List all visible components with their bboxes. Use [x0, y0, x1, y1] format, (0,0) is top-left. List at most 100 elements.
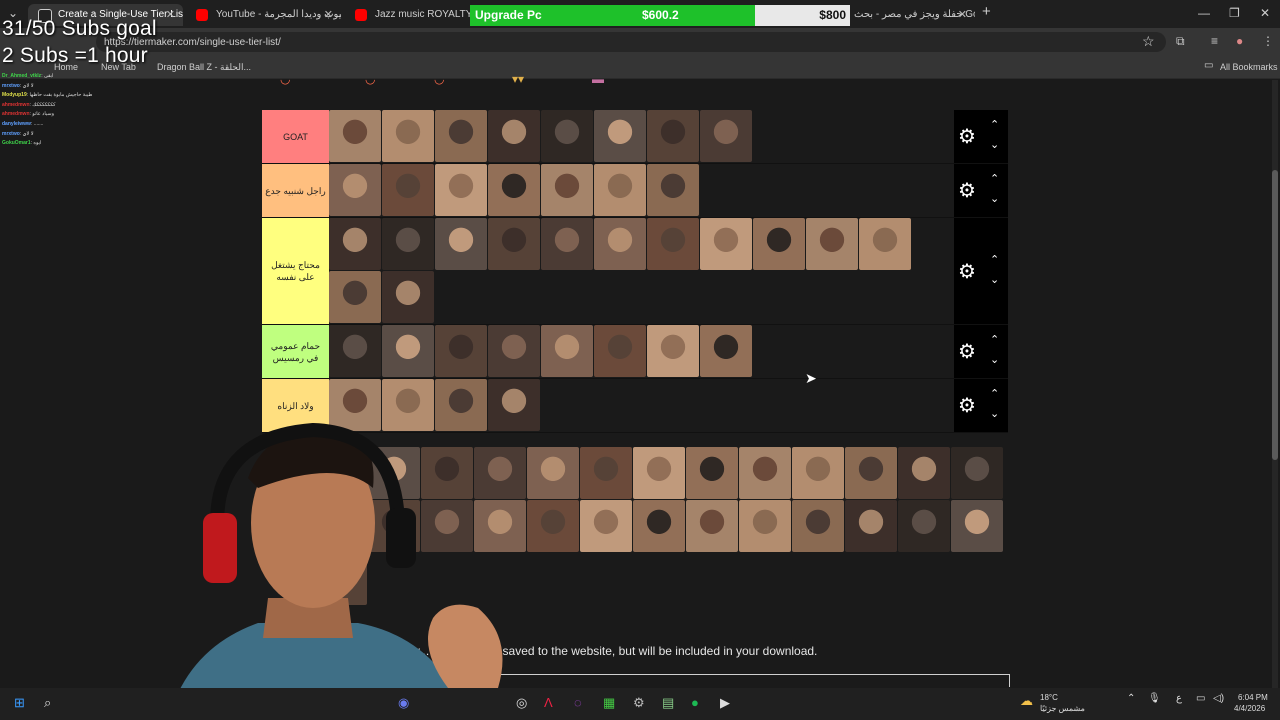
tier-item-image[interactable]	[382, 325, 434, 377]
search-icon[interactable]: ⌕	[44, 695, 51, 711]
network-icon[interactable]: ▭	[1196, 693, 1205, 704]
volume-icon[interactable]: ◁)	[1213, 693, 1224, 704]
close-window-button[interactable]: ✕	[1260, 6, 1270, 20]
windows-start-icon[interactable]: ⊞	[14, 695, 25, 711]
tier-item-image[interactable]	[527, 447, 579, 499]
tier-item-image[interactable]	[792, 500, 844, 552]
language-indicator[interactable]: ع	[1176, 693, 1182, 704]
move-down-icon[interactable]: ⌄	[990, 353, 999, 366]
tier-item-image[interactable]	[647, 110, 699, 162]
tier-item-image[interactable]	[806, 218, 858, 270]
tier-item-image[interactable]	[382, 110, 434, 162]
tier-item-image[interactable]	[739, 447, 791, 499]
extensions-icon[interactable]: ⧉	[1176, 34, 1185, 49]
tier-item-image[interactable]	[541, 325, 593, 377]
tier-item-image[interactable]	[541, 218, 593, 270]
restore-button[interactable]: ❐	[1229, 6, 1240, 20]
tier-item-image[interactable]	[686, 447, 738, 499]
gear-icon[interactable]: ⚙	[958, 259, 976, 284]
tier-item-image[interactable]	[580, 500, 632, 552]
tray-chevron-icon[interactable]: ⌃	[1127, 693, 1135, 704]
bookmark-all[interactable]: All Bookmarks	[1220, 62, 1278, 72]
profile-avatar[interactable]: ●	[1236, 34, 1243, 48]
app-icon-b[interactable]: ◌	[574, 695, 582, 710]
tier-item-image[interactable]	[700, 110, 752, 162]
close-icon[interactable]: ✕	[166, 4, 175, 26]
tier-item-image[interactable]	[633, 447, 685, 499]
close-icon[interactable]: ✕	[324, 4, 333, 26]
move-down-icon[interactable]: ⌄	[990, 273, 999, 286]
tier-item-image[interactable]	[488, 325, 540, 377]
clock-time[interactable]: 6:04 PM	[1238, 693, 1268, 702]
tier-item-image[interactable]	[435, 218, 487, 270]
settings-icon[interactable]: ⚙	[633, 695, 645, 711]
tier-item-image[interactable]	[329, 325, 381, 377]
tier-item-image[interactable]	[845, 447, 897, 499]
tab-google[interactable]: حفلة ويجز في مصر - بحث Google ✕	[850, 4, 975, 26]
tab-youtube[interactable]: YouTube - إيستيوب وديدا المجرمة ✕	[186, 4, 341, 26]
move-up-icon[interactable]: ⌃	[990, 172, 999, 185]
clock-date[interactable]: 4/4/2026	[1234, 704, 1265, 713]
tier-item-image[interactable]	[898, 500, 950, 552]
tier-item-image[interactable]	[435, 164, 487, 216]
gear-icon[interactable]: ⚙	[958, 178, 976, 203]
move-up-icon[interactable]: ⌃	[990, 118, 999, 131]
tier-label[interactable]: محتاج يشتغل على نفسه	[262, 218, 329, 324]
move-down-icon[interactable]: ⌄	[990, 407, 999, 420]
tier-item-image[interactable]	[527, 500, 579, 552]
move-down-icon[interactable]: ⌄	[990, 192, 999, 205]
minimize-button[interactable]: —	[1198, 6, 1210, 20]
tier-item-image[interactable]	[329, 271, 381, 323]
page-scrollbar[interactable]	[1272, 80, 1278, 688]
tier-item-image[interactable]	[647, 218, 699, 270]
media-control-icon[interactable]: ≡	[1211, 34, 1218, 48]
discord-icon[interactable]: ◉	[398, 695, 409, 711]
tier-item-image[interactable]	[541, 110, 593, 162]
new-tab-button[interactable]: +	[982, 3, 991, 20]
tier-item-image[interactable]	[541, 164, 593, 216]
media-player-icon[interactable]: ▶	[720, 695, 730, 711]
tier-item-image[interactable]	[382, 164, 434, 216]
scrollbar-thumb[interactable]	[1272, 170, 1278, 460]
move-down-icon[interactable]: ⌄	[990, 138, 999, 151]
obs-icon[interactable]: ◎	[516, 695, 527, 711]
tier-label[interactable]: حمام عمومي في رمسيس	[262, 325, 329, 378]
move-up-icon[interactable]: ⌃	[990, 387, 999, 400]
move-up-icon[interactable]: ⌃	[990, 253, 999, 266]
gear-icon[interactable]: ⚙	[958, 339, 976, 364]
tier-item-image[interactable]	[700, 325, 752, 377]
weather-temp[interactable]: 18°C	[1040, 693, 1058, 702]
tier-item-image[interactable]	[580, 447, 632, 499]
tier-item-image[interactable]	[647, 164, 699, 216]
tier-item-image[interactable]	[435, 325, 487, 377]
move-up-icon[interactable]: ⌃	[990, 333, 999, 346]
spotify-icon[interactable]: ●	[691, 695, 699, 710]
minecraft-icon[interactable]: ▦	[603, 695, 615, 711]
tier-item-image[interactable]	[382, 271, 434, 323]
tier-item-image[interactable]	[594, 218, 646, 270]
gear-icon[interactable]: ⚙	[958, 393, 976, 418]
tier-item-image[interactable]	[329, 110, 381, 162]
tier-item-image[interactable]	[329, 164, 381, 216]
tier-item-image[interactable]	[700, 218, 752, 270]
notepad-icon[interactable]: ▤	[662, 695, 674, 711]
tier-item-image[interactable]	[488, 218, 540, 270]
tier-item-image[interactable]	[859, 218, 911, 270]
tier-item-image[interactable]	[594, 164, 646, 216]
tier-item-image[interactable]	[594, 110, 646, 162]
tier-item-image[interactable]	[686, 500, 738, 552]
menu-icon[interactable]: ⋮	[1262, 34, 1274, 48]
tier-item-image[interactable]	[647, 325, 699, 377]
bookmark-star-icon[interactable]: ☆	[1142, 33, 1155, 50]
app-icon-a[interactable]: Λ	[544, 695, 553, 710]
tier-item-image[interactable]	[951, 447, 1003, 499]
tier-item-image[interactable]	[488, 110, 540, 162]
tier-item-image[interactable]	[739, 500, 791, 552]
close-icon[interactable]: ✕	[958, 4, 967, 26]
tier-item-image[interactable]	[382, 218, 434, 270]
tier-item-image[interactable]	[845, 500, 897, 552]
tier-label[interactable]: GOAT	[262, 110, 329, 163]
tier-item-image[interactable]	[753, 218, 805, 270]
tier-item-image[interactable]	[898, 447, 950, 499]
tier-item-image[interactable]	[594, 325, 646, 377]
